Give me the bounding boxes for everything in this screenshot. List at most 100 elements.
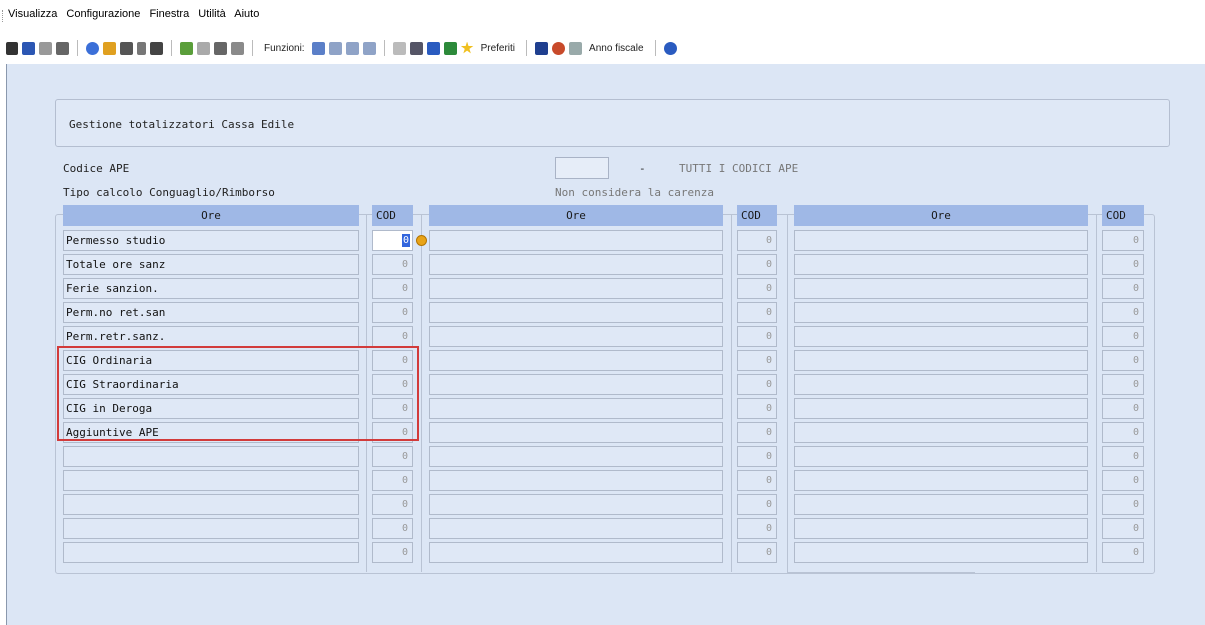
ore-3-field[interactable] bbox=[794, 254, 1088, 275]
preferiti-label[interactable]: Preferiti bbox=[481, 43, 515, 54]
selected-value[interactable]: 0 bbox=[402, 234, 410, 247]
cod-2-field[interactable]: 0 bbox=[737, 326, 777, 347]
ore-3-field[interactable] bbox=[794, 326, 1088, 347]
f8-icon[interactable] bbox=[328, 41, 342, 55]
ore-3-field[interactable] bbox=[794, 542, 1088, 563]
anno-fiscale-label[interactable]: Anno fiscale bbox=[589, 43, 643, 54]
globe-icon[interactable] bbox=[180, 41, 193, 55]
cod-2-field[interactable]: 0 bbox=[737, 422, 777, 443]
menu-finestra[interactable]: Finestra bbox=[149, 8, 189, 20]
ore-3-field[interactable] bbox=[794, 278, 1088, 299]
cod-3-field[interactable]: 0 bbox=[1102, 374, 1144, 395]
cod-3-field[interactable]: 0 bbox=[1102, 254, 1144, 275]
ore-3-field[interactable] bbox=[794, 422, 1088, 443]
ore-2-field[interactable] bbox=[429, 518, 723, 539]
cod-3-field[interactable]: 0 bbox=[1102, 230, 1144, 251]
info-icon[interactable] bbox=[663, 41, 677, 55]
word-icon[interactable] bbox=[426, 41, 440, 55]
menu-aiuto[interactable]: Aiuto bbox=[234, 8, 259, 20]
ore-2-field[interactable] bbox=[429, 374, 723, 395]
ore-2-field[interactable] bbox=[429, 254, 723, 275]
f11-icon[interactable] bbox=[362, 41, 376, 55]
row-label[interactable] bbox=[63, 542, 359, 563]
cod-1-field[interactable]: 0 bbox=[372, 470, 413, 491]
cod-3-field[interactable]: 0 bbox=[1102, 302, 1144, 323]
search-icon[interactable] bbox=[103, 41, 116, 55]
ore-3-field[interactable] bbox=[794, 398, 1088, 419]
cod-2-field[interactable]: 0 bbox=[737, 278, 777, 299]
font-icon[interactable] bbox=[535, 41, 549, 55]
f9-icon[interactable] bbox=[345, 41, 359, 55]
ore-2-field[interactable] bbox=[429, 446, 723, 467]
row-label[interactable] bbox=[63, 446, 359, 467]
database-icon[interactable] bbox=[120, 41, 133, 55]
menu-configurazione[interactable]: Configurazione bbox=[66, 8, 140, 20]
ore-3-field[interactable] bbox=[794, 446, 1088, 467]
cod-2-field[interactable]: 0 bbox=[737, 518, 777, 539]
ore-3-field[interactable] bbox=[794, 470, 1088, 491]
ore-2-field[interactable] bbox=[429, 398, 723, 419]
row-label[interactable]: Perm.retr.sanz. bbox=[63, 326, 359, 347]
cod-1-field[interactable]: 0 bbox=[372, 494, 413, 515]
cod-3-field[interactable]: 0 bbox=[1102, 470, 1144, 491]
ore-2-field[interactable] bbox=[429, 470, 723, 491]
row-label[interactable] bbox=[63, 518, 359, 539]
cod-3-field[interactable]: 0 bbox=[1102, 542, 1144, 563]
ore-3-field[interactable] bbox=[794, 230, 1088, 251]
cod-3-field[interactable]: 0 bbox=[1102, 326, 1144, 347]
cod-1-field[interactable]: 0 bbox=[372, 254, 413, 275]
codice-ape-input[interactable] bbox=[555, 157, 609, 179]
cod-2-field[interactable]: 0 bbox=[737, 302, 777, 323]
row-label[interactable]: Perm.no ret.san bbox=[63, 302, 359, 323]
ore-3-field[interactable] bbox=[794, 302, 1088, 323]
ore-3-field[interactable] bbox=[794, 518, 1088, 539]
ore-2-field[interactable] bbox=[429, 278, 723, 299]
web-icon[interactable] bbox=[552, 41, 566, 55]
cod-3-field[interactable]: 0 bbox=[1102, 422, 1144, 443]
cod-2-field[interactable]: 0 bbox=[737, 494, 777, 515]
ore-2-field[interactable] bbox=[429, 350, 723, 371]
excel-icon[interactable] bbox=[443, 41, 457, 55]
f7-icon[interactable] bbox=[311, 41, 325, 55]
settings-icon[interactable] bbox=[214, 41, 227, 55]
cod-3-field[interactable]: 0 bbox=[1102, 398, 1144, 419]
row-label[interactable] bbox=[63, 470, 359, 491]
menu-visualizza[interactable]: Visualizza bbox=[8, 8, 57, 20]
ore-2-field[interactable] bbox=[429, 302, 723, 323]
cod-2-field[interactable]: 0 bbox=[737, 374, 777, 395]
calculator-icon[interactable] bbox=[150, 41, 163, 55]
mail-icon[interactable] bbox=[392, 41, 406, 55]
menu-utilita[interactable]: Utilità bbox=[198, 8, 226, 20]
ore-3-field[interactable] bbox=[794, 374, 1088, 395]
tag-icon[interactable] bbox=[231, 41, 244, 55]
ore-3-field[interactable] bbox=[794, 350, 1088, 371]
star-icon[interactable] bbox=[460, 41, 474, 54]
ore-2-field[interactable] bbox=[429, 542, 723, 563]
page-icon[interactable] bbox=[197, 41, 210, 55]
cod-1-field[interactable]: 0 bbox=[372, 302, 413, 323]
row-label[interactable]: Totale ore sanz bbox=[63, 254, 359, 275]
save-icon[interactable] bbox=[22, 41, 35, 55]
ore-2-field[interactable] bbox=[429, 494, 723, 515]
cod-3-field[interactable]: 0 bbox=[1102, 494, 1144, 515]
cod-3-field[interactable]: 0 bbox=[1102, 350, 1144, 371]
cod-2-field[interactable]: 0 bbox=[737, 398, 777, 419]
exit-icon[interactable] bbox=[6, 41, 18, 55]
cod-2-field[interactable]: 0 bbox=[737, 446, 777, 467]
ore-3-field[interactable] bbox=[794, 494, 1088, 515]
document-icon[interactable] bbox=[137, 41, 146, 55]
row-label[interactable]: Permesso studio bbox=[63, 230, 359, 251]
ore-2-field[interactable] bbox=[429, 326, 723, 347]
lookup-icon[interactable] bbox=[416, 235, 427, 246]
print-icon[interactable] bbox=[56, 41, 69, 55]
cod-1-field[interactable]: 0 bbox=[372, 542, 413, 563]
com-icon[interactable] bbox=[409, 41, 423, 55]
cod-2-field[interactable]: 0 bbox=[737, 470, 777, 491]
cod-2-field[interactable]: 0 bbox=[737, 254, 777, 275]
cod-3-field[interactable]: 0 bbox=[1102, 446, 1144, 467]
cod-2-field[interactable]: 0 bbox=[737, 542, 777, 563]
calendar-icon[interactable] bbox=[569, 41, 583, 55]
row-label[interactable]: Ferie sanzion. bbox=[63, 278, 359, 299]
row-label[interactable] bbox=[63, 494, 359, 515]
cod-1-field[interactable]: 0 bbox=[372, 230, 413, 251]
